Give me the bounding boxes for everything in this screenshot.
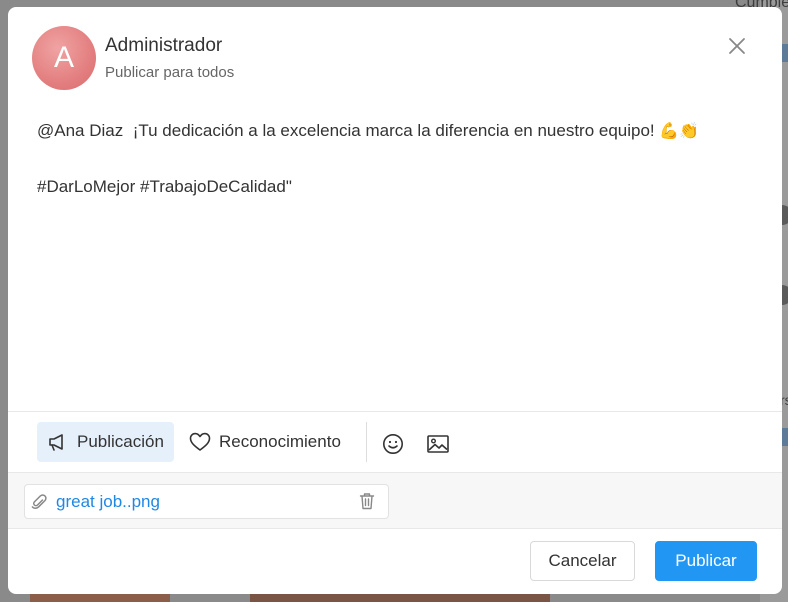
image-icon: [427, 435, 449, 453]
heart-icon: [189, 432, 211, 451]
emoji-flex-clap: 💪👏: [659, 121, 700, 140]
toolbar-divider: [366, 422, 367, 462]
emoji-button[interactable]: [381, 432, 405, 456]
tab-publicacion[interactable]: Publicación: [37, 422, 174, 462]
smiley-icon: [383, 434, 403, 454]
paperclip-icon: [31, 494, 47, 509]
megaphone-icon: [49, 434, 63, 451]
tab-reconocimiento-label: Reconocimiento: [219, 432, 341, 451]
mention[interactable]: @Ana Diaz: [37, 121, 123, 140]
attachment-file-link[interactable]: great job..png: [56, 492, 160, 512]
tab-reconocimiento[interactable]: Reconocimiento: [179, 422, 351, 462]
close-button[interactable]: [724, 33, 750, 59]
post-message-line: @Ana Diaz ¡Tu dedicación a la excelencia…: [37, 119, 757, 143]
post-message: ¡Tu dedicación a la excelencia marca la …: [132, 121, 655, 140]
attachment-item: great job..png: [24, 484, 389, 519]
avatar: A: [32, 26, 96, 90]
add-image-button[interactable]: [426, 432, 450, 456]
trash-icon[interactable]: [359, 492, 375, 510]
audience-label: Publicar para todos: [105, 64, 235, 81]
author-name: Administrador: [105, 35, 223, 56]
post-text-editor[interactable]: @Ana Diaz ¡Tu dedicación a la excelencia…: [37, 119, 757, 199]
close-icon: [729, 38, 745, 54]
create-post-dialog: A Administrador Publicar para todos @Ana…: [8, 7, 782, 594]
post-toolbar: Publicación Reconocimiento: [8, 412, 782, 472]
cancel-button[interactable]: Cancelar: [530, 541, 635, 581]
attachments-area: great job..png: [8, 472, 782, 529]
publish-button[interactable]: Publicar: [655, 541, 757, 581]
tab-publicacion-label: Publicación: [77, 432, 164, 451]
avatar-initial: A: [53, 41, 74, 74]
post-hashtags: #DarLoMejor #TrabajoDeCalidad": [37, 177, 292, 196]
